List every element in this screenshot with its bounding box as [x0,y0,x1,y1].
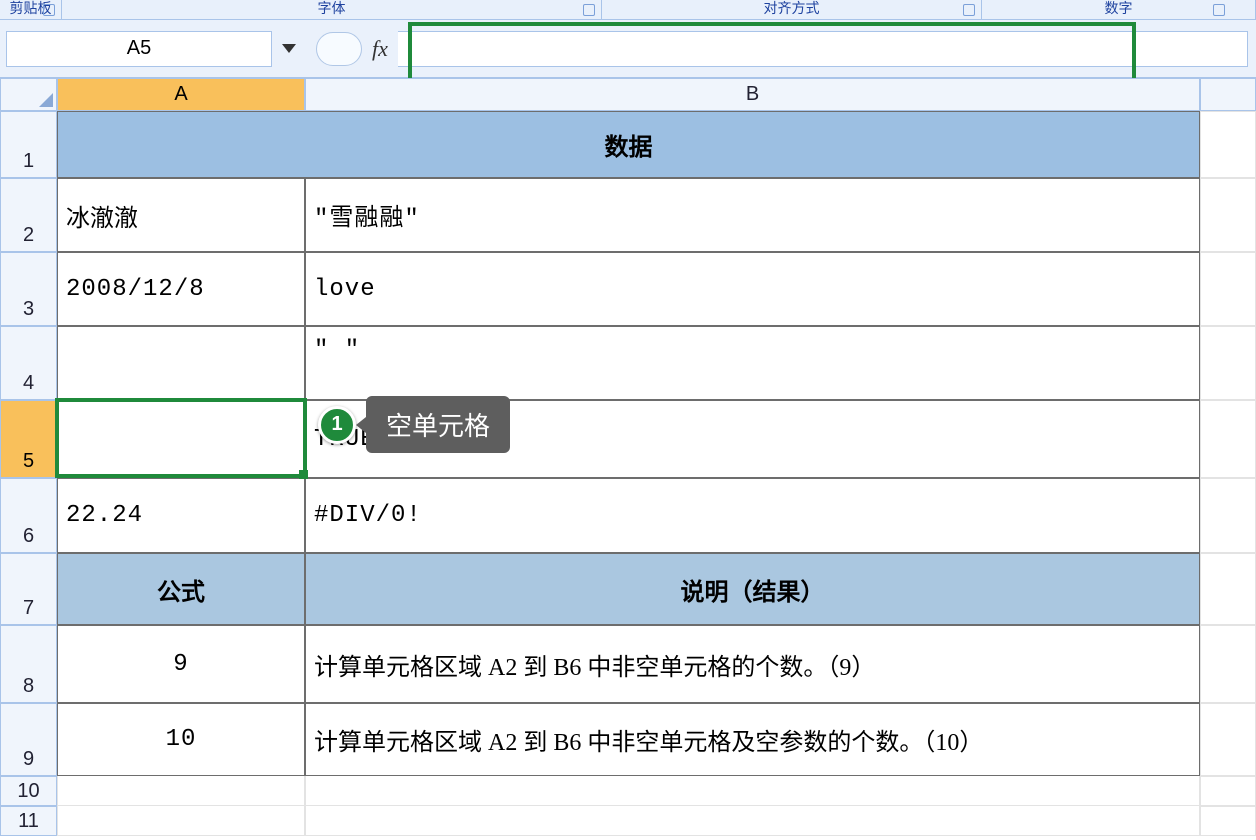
annotation-callout: 1 空单元格 [318,396,510,453]
row-header-4[interactable]: 4 [0,326,57,400]
formula-input[interactable] [398,31,1248,67]
name-box[interactable]: A5 [6,31,272,67]
cell-c6[interactable] [1200,478,1256,553]
cell-c3[interactable] [1200,252,1256,326]
row-header-5[interactable]: 5 [0,400,57,478]
cell-b3[interactable]: love [305,252,1200,326]
cell-b10[interactable] [305,776,1200,806]
cell-c5[interactable] [1200,400,1256,478]
cell-b6[interactable]: #DIV/0! [305,478,1200,553]
cancel-formula-button[interactable] [316,32,362,66]
row-header-7[interactable]: 7 [0,553,57,625]
cell-a10[interactable] [57,776,305,806]
cell-a2[interactable]: 冰澈澈 [57,178,305,252]
cell-c10[interactable] [1200,776,1256,806]
cell-a11[interactable] [57,806,305,836]
ribbon-group-alignment[interactable]: 对齐方式 [602,0,982,19]
cell-a6[interactable]: 22.24 [57,478,305,553]
fx-icon[interactable]: fx [362,36,398,62]
col-header-b[interactable]: B [305,78,1200,111]
row-header-10[interactable]: 10 [0,776,57,806]
ribbon-group-font[interactable]: 字体 [62,0,602,19]
row-header-1[interactable]: 1 [0,111,57,178]
name-box-dropdown-icon[interactable] [282,44,296,53]
cell-c9[interactable] [1200,703,1256,776]
cell-b11[interactable] [305,806,1200,836]
formula-bar: A5 fx [0,20,1256,78]
cell-c4[interactable] [1200,326,1256,400]
cell-c2[interactable] [1200,178,1256,252]
row-header-2[interactable]: 2 [0,178,57,252]
cell-b7[interactable]: 说明（结果） [305,553,1200,625]
cell-b9[interactable]: 计算单元格区域 A2 到 B6 中非空单元格及空参数的个数。（10） [305,703,1200,776]
cell-a5[interactable] [57,400,305,478]
cell-a3[interactable]: 2008/12/8 [57,252,305,326]
cell-a9[interactable]: 10 [57,703,305,776]
cell-c7[interactable] [1200,553,1256,625]
annotation-badge: 1 [318,406,356,444]
spreadsheet-grid: A B 1 数据 2 冰澈澈 "雪融融" 3 2008/12/8 love 4 … [0,78,1256,836]
cell-a4[interactable] [57,326,305,400]
cell-a1-b1-merged[interactable]: 数据 [57,111,1200,178]
cell-b2[interactable]: "雪融融" [305,178,1200,252]
col-header-c[interactable] [1200,78,1256,111]
row-header-3[interactable]: 3 [0,252,57,326]
row-header-11[interactable]: 11 [0,806,57,836]
cell-a8[interactable]: 9 [57,625,305,703]
row-header-9[interactable]: 9 [0,703,57,776]
cell-c1[interactable] [1200,111,1256,178]
row-header-6[interactable]: 6 [0,478,57,553]
col-header-a[interactable]: A [57,78,305,111]
name-box-value: A5 [127,37,151,60]
row-header-8[interactable]: 8 [0,625,57,703]
cell-b8[interactable]: 计算单元格区域 A2 到 B6 中非空单元格的个数。（9） [305,625,1200,703]
ribbon-group-labels: 剪贴板 字体 对齐方式 数字 [0,0,1256,20]
cell-b4[interactable]: " " [305,326,1200,400]
ribbon-group-clipboard[interactable]: 剪贴板 [0,0,62,19]
ribbon-group-number[interactable]: 数字 [982,0,1256,19]
annotation-tooltip: 空单元格 [366,396,510,453]
select-all-corner[interactable] [0,78,57,111]
cell-c11[interactable] [1200,806,1256,836]
cell-c8[interactable] [1200,625,1256,703]
cell-a7[interactable]: 公式 [57,553,305,625]
